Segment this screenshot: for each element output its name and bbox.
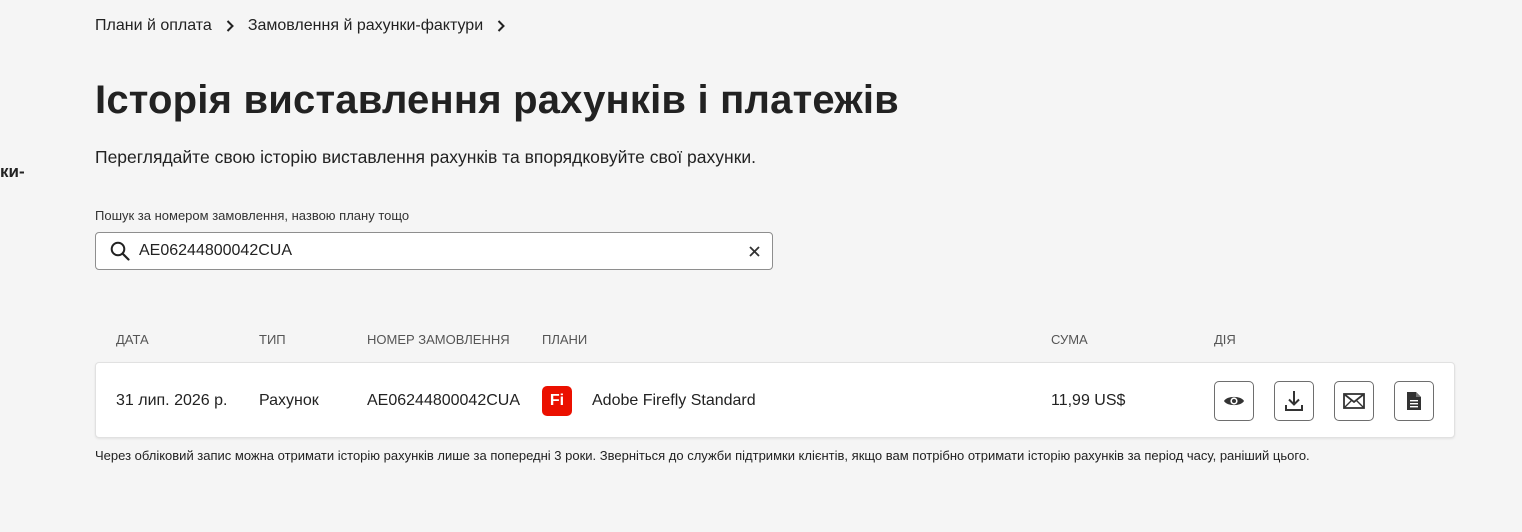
chevron-right-icon bbox=[226, 20, 234, 32]
view-invoice-button[interactable] bbox=[1214, 381, 1254, 421]
row-amount: 11,99 US$ bbox=[1051, 392, 1126, 409]
row-date: 31 лип. 2026 р. bbox=[116, 392, 228, 409]
page-title: Історія виставлення рахунків і платежів bbox=[95, 78, 899, 122]
row-order-number: AE06244800042CUA bbox=[367, 392, 521, 409]
breadcrumb: Плани й оплата Замовлення й рахунки-факт… bbox=[95, 17, 519, 35]
side-text-fragment: ки- bbox=[0, 162, 25, 181]
document-icon bbox=[1406, 391, 1422, 411]
search-field bbox=[95, 232, 773, 270]
search-label: Пошук за номером замовлення, назвою план… bbox=[95, 208, 410, 223]
page-subtitle: Переглядайте свою історію виставлення ра… bbox=[95, 147, 756, 167]
column-header-type: ТИП bbox=[259, 332, 286, 347]
download-invoice-button[interactable] bbox=[1274, 381, 1314, 421]
column-header-date: ДАТА bbox=[116, 332, 149, 347]
column-header-amount: СУМА bbox=[1051, 332, 1088, 347]
mail-icon bbox=[1343, 393, 1365, 409]
column-header-plans: ПЛАНИ bbox=[542, 332, 588, 347]
chevron-right-icon bbox=[497, 20, 506, 32]
table-header: ДАТА ТИП НОМЕР ЗАМОВЛЕННЯ ПЛАНИ СУМА ДІЯ bbox=[95, 332, 1455, 350]
eye-icon bbox=[1223, 394, 1245, 408]
search-icon bbox=[110, 241, 130, 261]
clear-search-icon[interactable] bbox=[749, 245, 760, 257]
breadcrumb-plans-payment[interactable]: Плани й оплата bbox=[95, 17, 212, 35]
row-type: Рахунок bbox=[259, 392, 319, 409]
download-icon bbox=[1284, 390, 1304, 412]
row-plan-name: Adobe Firefly Standard bbox=[592, 392, 756, 409]
firefly-logo-icon: Fi bbox=[542, 386, 572, 416]
history-footnote: Через обліковий запис можна отримати іст… bbox=[95, 448, 1310, 463]
column-header-action: ДІЯ bbox=[1214, 332, 1236, 347]
email-invoice-button[interactable] bbox=[1334, 381, 1374, 421]
document-invoice-button[interactable] bbox=[1394, 381, 1434, 421]
column-header-order-number: НОМЕР ЗАМОВЛЕННЯ bbox=[367, 332, 510, 347]
breadcrumb-orders-invoices[interactable]: Замовлення й рахунки-фактури bbox=[248, 17, 483, 35]
table-row: 31 лип. 2026 р. Рахунок AE06244800042CUA… bbox=[95, 362, 1455, 438]
search-input[interactable] bbox=[139, 242, 749, 260]
